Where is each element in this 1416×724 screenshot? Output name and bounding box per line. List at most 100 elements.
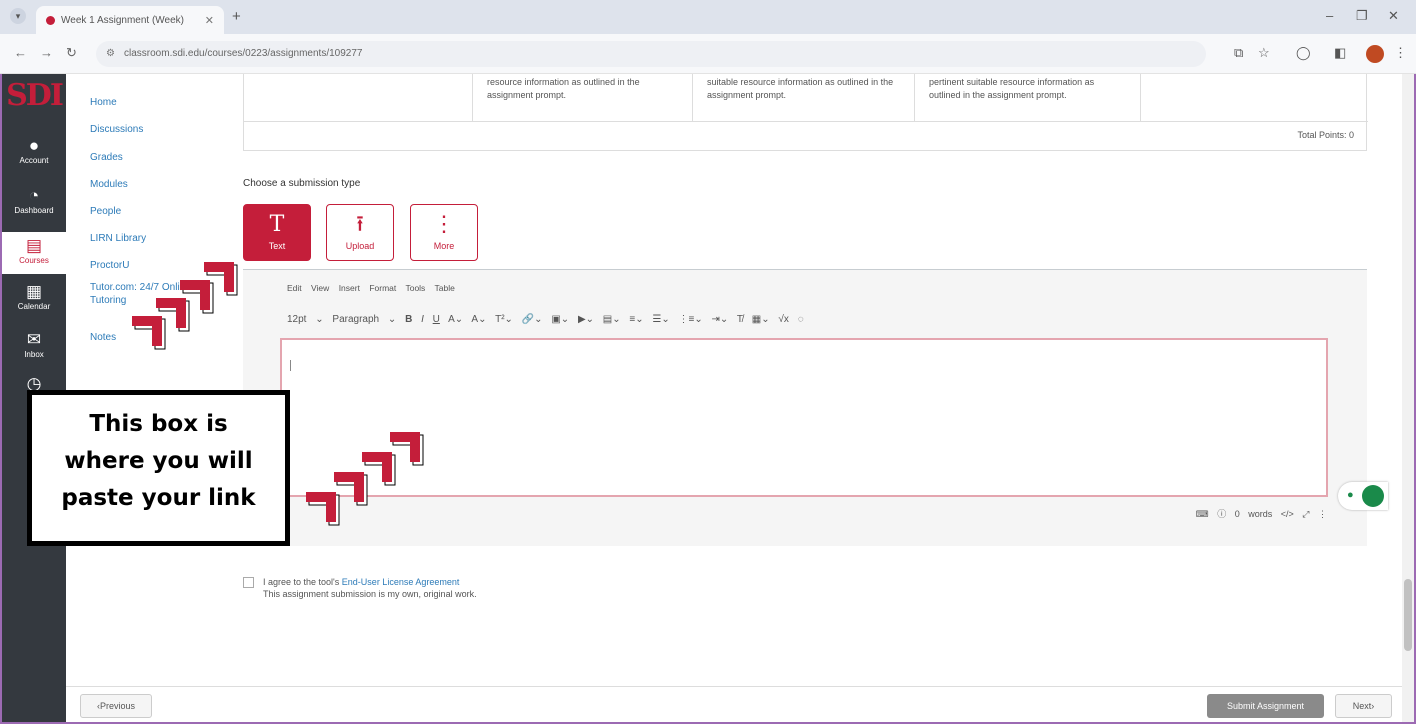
course-nav-home[interactable]: Home — [90, 97, 117, 108]
favicon-icon — [46, 15, 55, 25]
tab-search-icon[interactable]: ▾ — [10, 8, 26, 24]
image-icon[interactable]: ▣⌄ — [551, 314, 569, 325]
course-nav-tutoring[interactable]: Tutoring — [90, 295, 126, 306]
rubric-cell-empty — [1140, 74, 1368, 122]
link-icon[interactable]: 🔗⌄ — [522, 314, 543, 325]
nav-courses[interactable]: ▤ Courses — [2, 232, 66, 274]
course-nav-discussions[interactable]: Discussions — [90, 124, 143, 135]
font-size-select[interactable]: 12pt ⌄ — [287, 314, 324, 325]
menu-insert[interactable]: Insert — [339, 283, 360, 293]
scrollbar-thumb[interactable] — [1404, 579, 1412, 651]
menu-table[interactable]: Table — [435, 283, 455, 293]
grammar-extension-widget[interactable]: ● — [1338, 482, 1388, 510]
browser-tab-strip: ▾ Week 1 Assignment (Week) ✕ + – ❐ ✕ — [0, 0, 1416, 34]
extensions-icon[interactable]: ◯ — [1296, 45, 1311, 61]
more-icon: ⋮ — [433, 212, 455, 237]
eula-link[interactable]: End-User License Agreement — [342, 577, 460, 587]
nav-inbox-label: Inbox — [24, 350, 44, 359]
submission-type-upload[interactable]: ⭱ Upload — [326, 204, 394, 261]
clear-format-icon[interactable]: T̸ — [737, 314, 743, 325]
course-nav-tutor[interactable]: Tutor.com: 24/7 Online — [90, 282, 191, 293]
bold-icon[interactable]: B — [405, 314, 412, 325]
nav-calendar[interactable]: ▦ Calendar — [2, 282, 66, 311]
course-nav-notes[interactable]: Notes — [90, 332, 116, 343]
back-icon[interactable]: ← — [14, 45, 27, 60]
institution-logo[interactable]: SDI — [5, 78, 64, 118]
course-nav-people[interactable]: People — [90, 206, 121, 217]
underline-icon[interactable]: U — [433, 314, 440, 325]
calendar-icon: ▦ — [25, 282, 43, 301]
course-nav-lirn-library[interactable]: LIRN Library — [90, 233, 146, 244]
highlight-color-icon[interactable]: A⌄ — [471, 314, 486, 325]
close-tab-icon[interactable]: ✕ — [205, 14, 214, 27]
eula-text: I agree to the tool's End-User License A… — [263, 576, 477, 600]
keyboard-shortcuts-icon[interactable]: ⌨ — [1196, 509, 1209, 519]
nav-inbox[interactable]: ✉ Inbox — [2, 330, 66, 359]
course-nav-proctoru[interactable]: ProctorU — [90, 260, 129, 271]
minimize-icon[interactable]: – — [1326, 8, 1333, 23]
text-entry-box[interactable] — [280, 338, 1328, 497]
rubric-total-points: Total Points: 0 — [1297, 130, 1354, 140]
editor-status-bar: ⌨ ⓘ 0 words </> ⤢ ⋮ — [1196, 507, 1327, 520]
superscript-icon[interactable]: T²⌄ — [495, 314, 513, 325]
eula-prefix: I agree to the tool's — [263, 577, 340, 587]
nav-account[interactable]: ● Account — [2, 136, 66, 165]
block-format-value: Paragraph — [332, 314, 380, 325]
submit-assignment-button[interactable]: Submit Assignment — [1207, 694, 1324, 718]
equation-icon[interactable]: √x — [778, 314, 789, 325]
profile-avatar[interactable] — [1366, 45, 1384, 63]
text-color-icon[interactable]: A⌄ — [448, 314, 463, 325]
menu-format[interactable]: Format — [369, 283, 396, 293]
previous-label: Previous — [99, 701, 135, 711]
previous-button[interactable]: ‹Previous — [80, 694, 152, 718]
submission-type-heading: Choose a submission type — [243, 178, 361, 189]
resize-handle-icon[interactable]: ⋮ — [1318, 509, 1327, 519]
site-info-icon[interactable]: ⚙ — [106, 41, 115, 67]
nav-calendar-label: Calendar — [17, 302, 51, 311]
italic-icon[interactable]: I — [421, 314, 424, 325]
document-icon[interactable]: ▤⌄ — [603, 314, 621, 325]
translate-icon[interactable]: ⧉ — [1234, 45, 1243, 61]
eula-line2: This assignment submission is my own, or… — [263, 589, 477, 599]
nav-dashboard-label: Dashboard — [14, 206, 54, 215]
bullet-list-icon[interactable]: ☰⌄ — [652, 314, 669, 325]
forward-icon[interactable]: → — [40, 45, 53, 60]
close-window-icon[interactable]: ✕ — [1388, 8, 1399, 24]
reload-icon[interactable]: ↻ — [66, 45, 77, 61]
html-editor-toggle[interactable]: </> — [1281, 509, 1294, 519]
nav-dashboard[interactable]: ◔ Dashboard — [2, 186, 66, 215]
rubric-cell: pertinent suitable resource information … — [914, 74, 1140, 122]
browser-tab[interactable]: Week 1 Assignment (Week) ✕ — [36, 6, 224, 34]
submission-type-text-label: Text — [268, 241, 286, 251]
menu-tools[interactable]: Tools — [405, 283, 425, 293]
eula-checkbox[interactable] — [243, 577, 254, 588]
word-count[interactable]: 0 words — [1235, 509, 1273, 519]
page-scrollbar[interactable] — [1402, 74, 1414, 722]
callout-line-3: paste your link — [61, 485, 256, 511]
footer-divider — [66, 686, 1414, 687]
accessibility-checker-icon[interactable]: ⓘ — [1217, 509, 1226, 519]
sidepanel-icon[interactable]: ◧ — [1334, 45, 1346, 61]
table-icon[interactable]: ▦⌄ — [752, 314, 770, 325]
address-bar[interactable]: ⚙ classroom.sdi.edu/courses/0223/assignm… — [96, 41, 1206, 67]
align-icon[interactable]: ≡⌄ — [629, 314, 643, 325]
new-tab-icon[interactable]: + — [232, 8, 241, 25]
submission-type-text[interactable]: T Text — [243, 204, 311, 261]
book-icon: ▤ — [25, 236, 43, 255]
numbered-list-icon[interactable]: ⋮≡⌄ — [679, 314, 703, 325]
browser-menu-icon[interactable]: ⋮ — [1394, 45, 1407, 61]
embed-icon[interactable]: ◌ — [798, 314, 804, 325]
menu-edit[interactable]: Edit — [287, 283, 302, 293]
next-button[interactable]: Next› — [1335, 694, 1392, 718]
indent-icon[interactable]: ⇥⌄ — [712, 314, 729, 325]
course-nav-grades[interactable]: Grades — [90, 152, 123, 163]
menu-view[interactable]: View — [311, 283, 329, 293]
course-nav-modules[interactable]: Modules — [90, 179, 128, 190]
media-icon[interactable]: ▶⌄ — [578, 314, 594, 325]
maximize-icon[interactable]: ❐ — [1356, 8, 1368, 24]
bookmark-star-icon[interactable]: ☆ — [1258, 45, 1270, 61]
rubric-cell: resource information as outlined in the … — [472, 74, 692, 122]
submission-type-more[interactable]: ⋮ More — [410, 204, 478, 261]
block-format-select[interactable]: Paragraph ⌄ — [332, 314, 396, 325]
fullscreen-icon[interactable]: ⤢ — [1302, 509, 1309, 519]
